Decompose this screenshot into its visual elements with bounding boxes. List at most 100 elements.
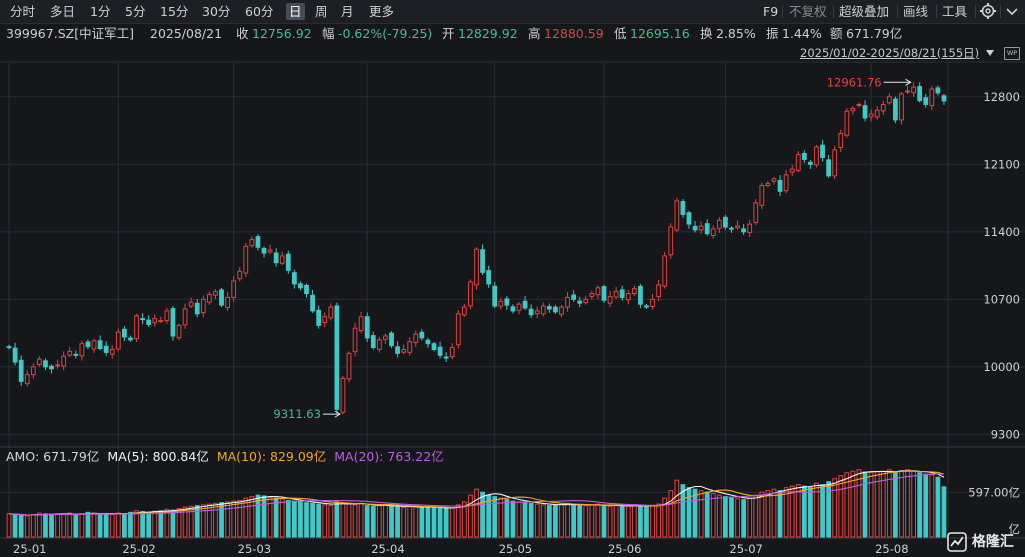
- volume-bar: [249, 496, 255, 538]
- volume-bar: [723, 496, 728, 538]
- candle-body: [662, 255, 668, 287]
- triangle-down-icon: [986, 50, 994, 56]
- candle-body: [571, 294, 577, 300]
- candle-body: [631, 288, 637, 295]
- volume-bar: [656, 503, 662, 538]
- volume-bar: [85, 511, 91, 538]
- volume-bar: [152, 510, 158, 538]
- volume-bar: [322, 504, 328, 538]
- volume-bar: [820, 484, 825, 538]
- wp-badge[interactable]: WP: [1004, 47, 1020, 60]
- volume-bar: [747, 497, 753, 538]
- max-arrow-head: [905, 78, 912, 86]
- draw-line-button[interactable]: 画线: [900, 3, 931, 20]
- candle-body: [911, 86, 916, 94]
- date-tick-label: 25-05: [499, 542, 532, 556]
- low-label: 低: [614, 26, 627, 41]
- candle-body: [316, 309, 322, 326]
- period-day[interactable]: 日: [286, 3, 305, 20]
- tools-button[interactable]: 工具: [939, 3, 970, 20]
- candle-body: [801, 152, 807, 160]
- candle-body: [115, 331, 121, 350]
- volume-bar: [103, 513, 109, 538]
- candle-body: [716, 219, 722, 229]
- candle-body: [668, 226, 674, 256]
- period-15min[interactable]: 15分: [157, 3, 191, 20]
- candle-body: [826, 159, 831, 177]
- ma5-label: MA(5): 800.84亿: [107, 449, 209, 464]
- period-60min[interactable]: 60分: [242, 3, 276, 20]
- volume-bar: [546, 505, 552, 538]
- period-week[interactable]: 周: [312, 3, 331, 20]
- volume-bar: [164, 508, 170, 538]
- volume-bar: [486, 494, 492, 538]
- candle-body: [783, 174, 789, 192]
- period-30min[interactable]: 30分: [199, 3, 233, 20]
- candle-body: [455, 313, 461, 346]
- candle-body: [243, 245, 249, 274]
- f9-button[interactable]: F9: [760, 3, 781, 20]
- volume-bar: [650, 505, 655, 538]
- volume-bar: [219, 502, 224, 538]
- volume-bar: [935, 476, 941, 538]
- candle-body: [468, 281, 473, 307]
- candle-body: [704, 223, 710, 235]
- volume-bar: [795, 484, 801, 538]
- date-tick-label: 25-07: [729, 542, 762, 556]
- volume-bar: [243, 497, 249, 538]
- candle-body: [128, 337, 133, 341]
- ma5-line: [8, 470, 945, 516]
- volume-bar: [595, 503, 601, 538]
- volume-bar: [838, 475, 844, 538]
- candle-body: [267, 249, 273, 253]
- volume-bar: [753, 494, 759, 538]
- volume-grid: 597.00亿亿: [0, 485, 1025, 539]
- date-range-selector[interactable]: 2025/01/02-2025/08/21(155日): [800, 44, 1024, 62]
- candle-body: [589, 293, 595, 297]
- volume-bar: [917, 472, 923, 538]
- candle-body: [18, 359, 24, 382]
- volume-bar: [340, 502, 346, 538]
- volume-bar: [285, 499, 291, 538]
- volume-bar: [128, 511, 133, 538]
- volume-bar: [674, 479, 680, 538]
- candle-body: [795, 154, 801, 171]
- ma10-label: MA(10): 829.09亿: [216, 449, 327, 464]
- volume-bar: [704, 491, 710, 538]
- chevron-down-icon[interactable]: [1004, 3, 1020, 19]
- volume-bar: [395, 506, 400, 538]
- amount-label: 额: [830, 26, 843, 41]
- volume-bar: [832, 478, 838, 538]
- no-adjust-button[interactable]: 不复权: [786, 3, 830, 20]
- candle-body: [850, 107, 856, 112]
- high-value: 12880.59: [544, 26, 604, 41]
- period-more[interactable]: 更多: [366, 3, 397, 20]
- volume-bar: [607, 505, 613, 538]
- candle-body: [565, 296, 570, 308]
- volume-bar: [686, 487, 692, 538]
- volume-bar: [565, 502, 570, 538]
- period-fenshi[interactable]: 分时: [7, 3, 38, 20]
- price-tick-label: 11400: [983, 225, 1020, 239]
- volume-bar: [680, 484, 686, 538]
- volume-bar: [358, 502, 364, 538]
- volume-bar: [194, 505, 200, 538]
- volume-bar: [364, 505, 370, 538]
- open-value: 12829.92: [458, 26, 518, 41]
- volume-bar: [279, 498, 285, 538]
- period-5min[interactable]: 5分: [122, 3, 148, 20]
- gear-icon[interactable]: [979, 2, 997, 20]
- close-value: 12756.92: [252, 26, 312, 41]
- volume-bar: [571, 504, 577, 538]
- volume-bar: [789, 485, 795, 538]
- super-overlay-button[interactable]: 超级叠加: [836, 3, 892, 20]
- period-1min[interactable]: 1分: [87, 3, 113, 20]
- volume-bar: [480, 491, 485, 538]
- candle-body: [698, 225, 704, 231]
- candle-body: [692, 225, 698, 231]
- volume-bar: [109, 514, 115, 538]
- candle-body: [383, 335, 388, 340]
- period-multiday[interactable]: 多日: [47, 3, 78, 20]
- date-tick-label: 25-01: [13, 542, 46, 556]
- period-month[interactable]: 月: [338, 3, 357, 20]
